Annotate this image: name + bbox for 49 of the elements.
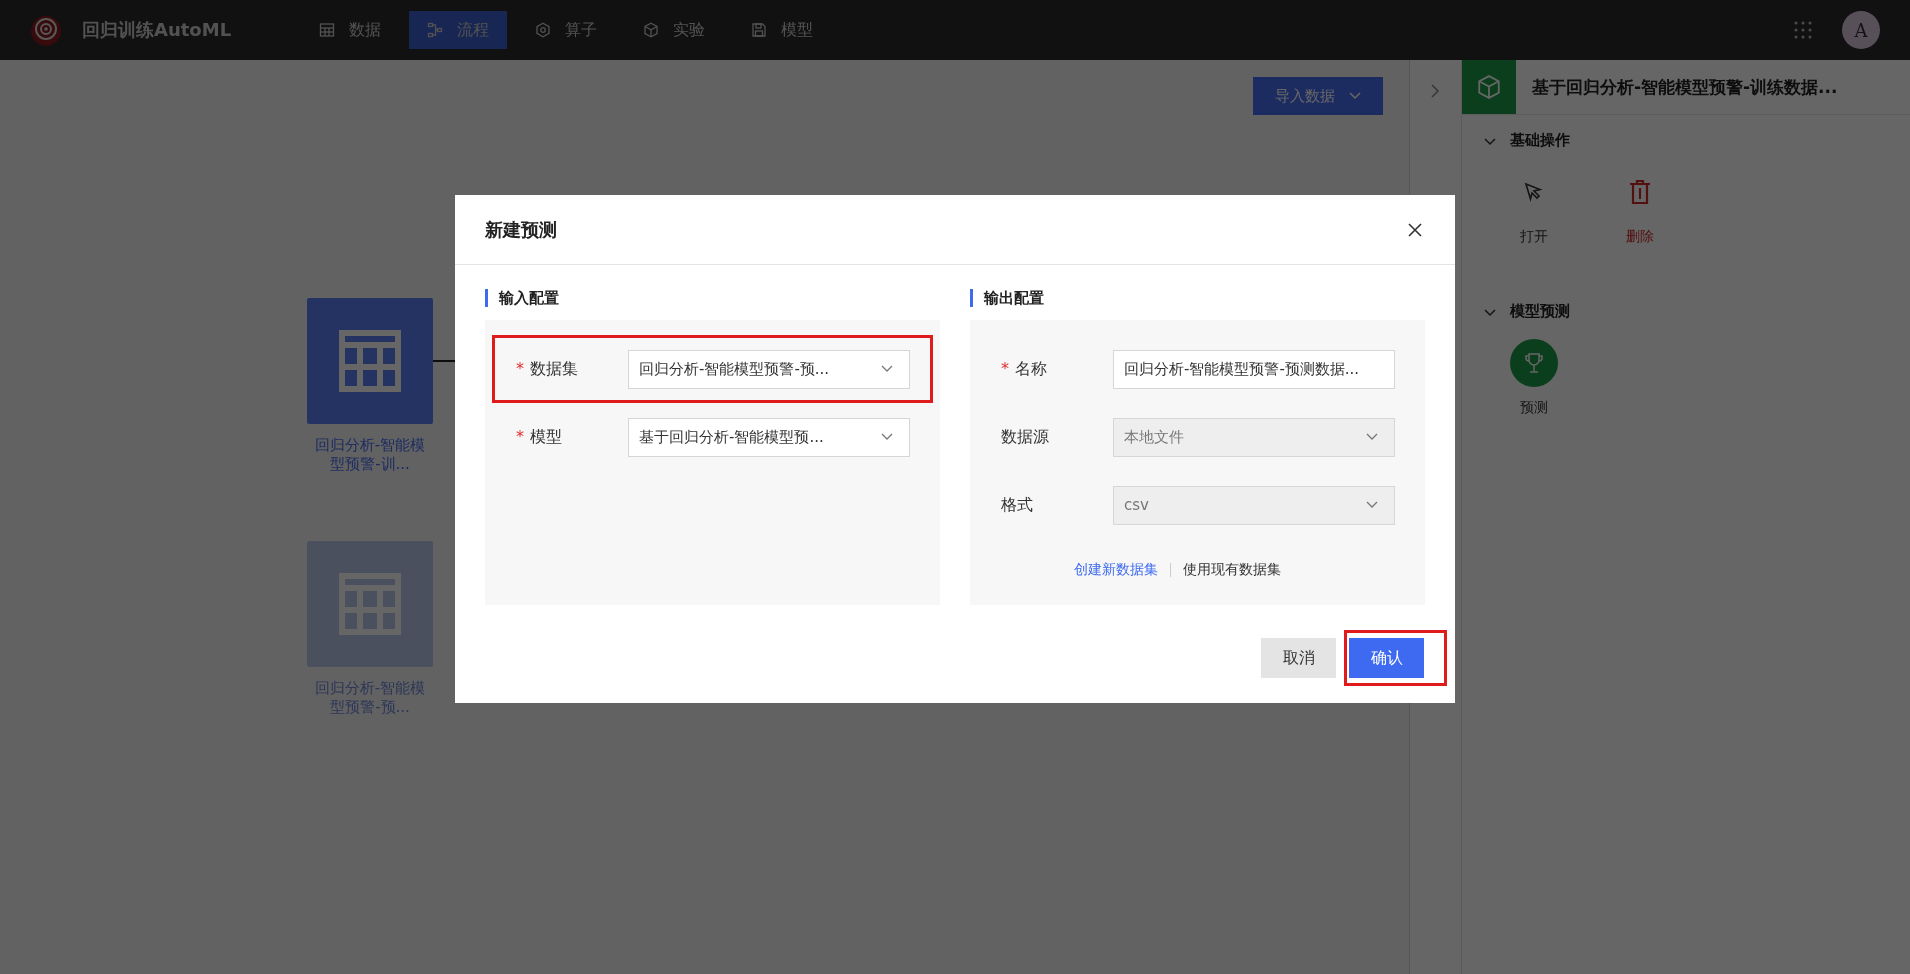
required-mark: * <box>516 358 524 378</box>
input-field[interactable]: 回归分析-智能模型预警-预测数据... <box>1113 349 1395 389</box>
table-icon <box>339 573 401 635</box>
node-label: 回归分析-智能模型预警-训... <box>313 436 427 474</box>
hexagon-icon <box>535 22 552 38</box>
chevron-down-icon <box>881 433 893 441</box>
required-mark: * <box>1001 358 1009 378</box>
save-icon <box>751 22 768 38</box>
section-toggle[interactable]: 模型预测 <box>1484 302 1570 321</box>
field-label: 数据源 <box>1001 426 1049 446</box>
table-icon <box>339 330 401 392</box>
app-title: 回归训练AutoML <box>82 18 232 42</box>
action-button[interactable]: 打开 <box>1506 168 1562 246</box>
chevron-down-icon <box>1366 501 1378 509</box>
select-field[interactable]: 基于回归分析-智能模型预... <box>628 417 910 457</box>
flow-icon <box>427 22 444 38</box>
cursor-icon <box>1523 181 1545 203</box>
apps-grid-icon[interactable] <box>1794 21 1812 39</box>
dialog-button[interactable]: 取消 <box>1261 638 1336 678</box>
dialog-button[interactable]: 确认 <box>1349 638 1424 678</box>
action-button[interactable]: 预测 <box>1506 339 1562 417</box>
option-link[interactable]: 使用现有数据集 <box>1183 561 1281 579</box>
option-link[interactable]: 创建新数据集 <box>1074 561 1158 579</box>
chevron-right-icon[interactable] <box>1431 84 1440 98</box>
chevron-down-icon <box>1349 92 1361 100</box>
trophy-icon <box>1510 339 1558 387</box>
dialog-title: 新建预测 <box>485 217 557 242</box>
nav-tab[interactable]: 算子 <box>517 11 616 49</box>
action-button[interactable]: 删除 <box>1612 168 1668 246</box>
field-label: 名称 <box>1015 358 1047 378</box>
field-label: 模型 <box>530 426 562 446</box>
nav-tab[interactable]: 实验 <box>625 11 724 49</box>
panel-title: 基于回归分析-智能模型预警-训练数据... <box>1532 75 1838 99</box>
import-data-button[interactable]: 导入数据 <box>1253 77 1383 115</box>
dataset-node[interactable] <box>307 298 433 424</box>
select-field[interactable]: 回归分析-智能模型预警-预... <box>628 349 910 389</box>
field-label: 数据集 <box>530 358 578 378</box>
trash-icon <box>1628 179 1652 205</box>
section-title: 输入配置 <box>485 289 940 307</box>
chevron-down-icon <box>881 365 893 373</box>
field-label: 格式 <box>1001 494 1033 514</box>
table-icon <box>319 22 336 38</box>
user-avatar[interactable]: A <box>1842 11 1880 49</box>
section-toggle[interactable]: 基础操作 <box>1484 131 1570 150</box>
cube-icon <box>643 22 660 38</box>
section-title: 输出配置 <box>970 289 1425 307</box>
nav-tab[interactable]: 模型 <box>733 11 832 49</box>
required-mark: * <box>516 426 524 446</box>
chevron-down-icon <box>1366 433 1378 441</box>
